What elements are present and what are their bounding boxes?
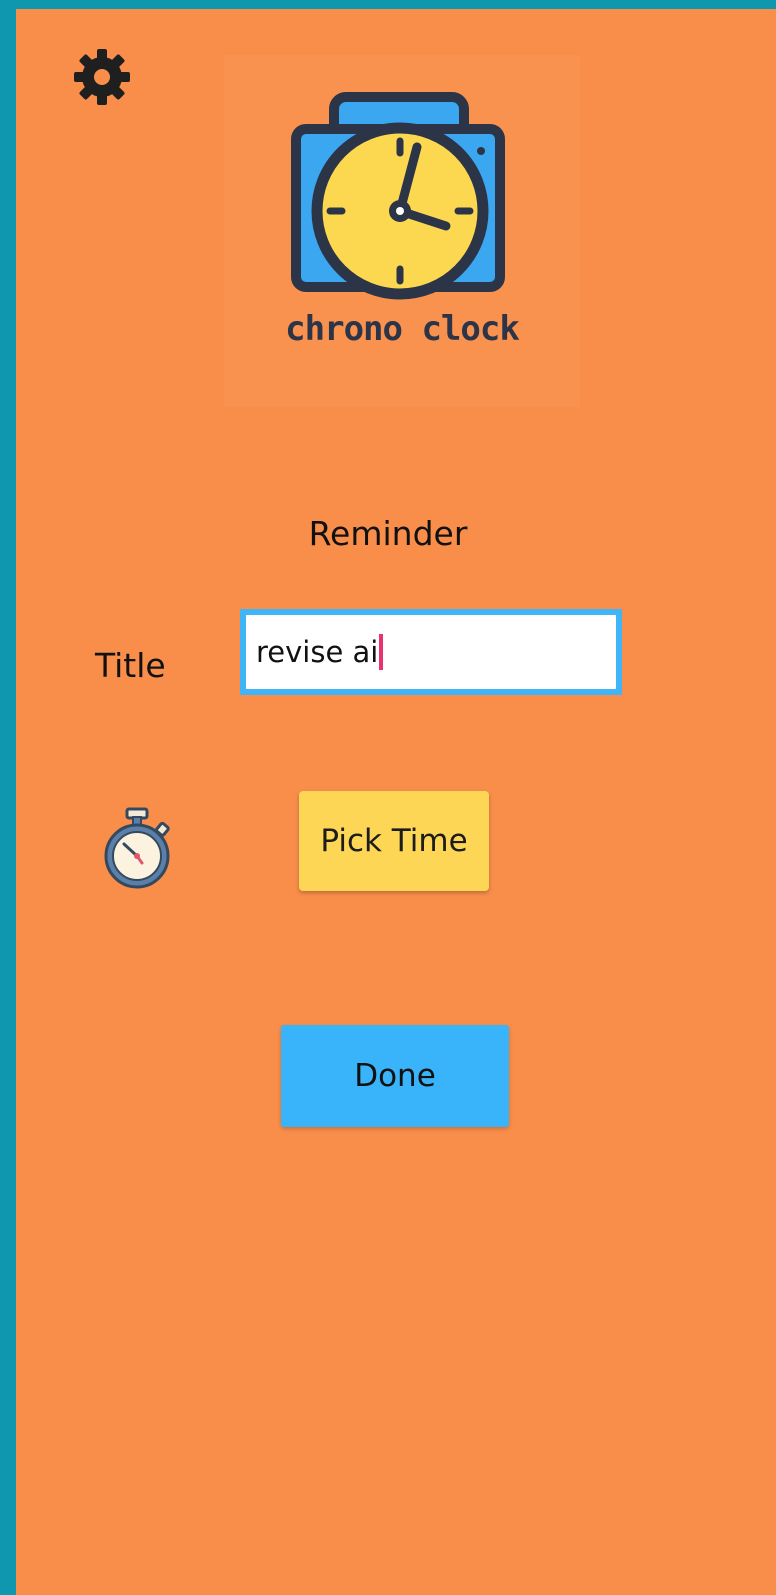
title-label: Title (95, 646, 166, 685)
stopwatch-icon (102, 807, 174, 889)
title-input[interactable]: revise ai (240, 609, 622, 695)
app-logo: chrono clock (224, 55, 580, 407)
reminder-screen: chrono clock Reminder Title revise ai Pi… (16, 9, 776, 1595)
text-caret (379, 634, 384, 670)
title-input-value: revise ai (256, 635, 379, 669)
done-button[interactable]: Done (281, 1025, 509, 1127)
logo-text: chrono clock (285, 309, 520, 349)
pick-time-button[interactable]: Pick Time (299, 791, 489, 891)
page-heading: Reminder (308, 514, 468, 553)
gear-icon[interactable] (72, 47, 132, 107)
